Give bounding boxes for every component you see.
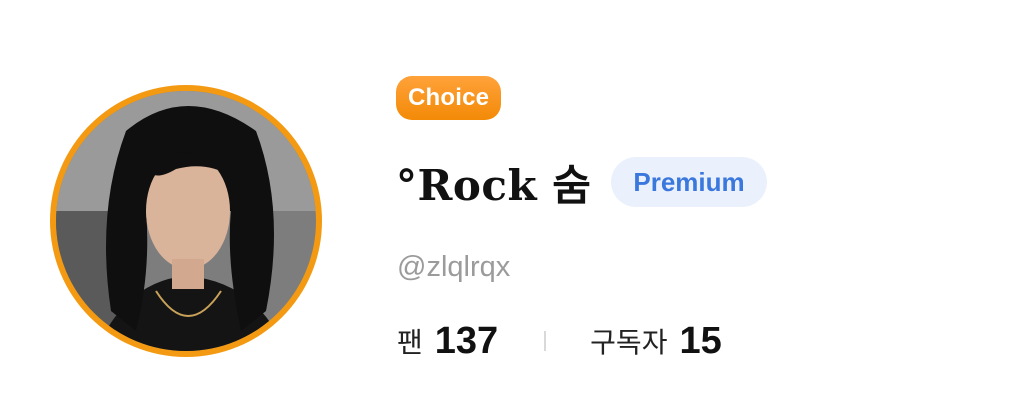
subscribers-count[interactable]: 15 — [679, 320, 721, 363]
user-handle: @zlqlrqx — [397, 251, 511, 283]
fans-label[interactable]: 팬 — [397, 321, 423, 361]
premium-badge[interactable]: Premium — [611, 157, 767, 207]
choice-badge: Choice — [396, 76, 502, 120]
subscribers-label[interactable]: 구독자 — [590, 321, 667, 361]
stats-row: 팬 137 구독자 15 — [397, 318, 722, 364]
avatar-ring — [50, 85, 322, 357]
fans-count[interactable]: 137 — [435, 320, 498, 363]
avatar-image — [56, 91, 316, 351]
name-row: °Rock 숨 Premium — [396, 146, 767, 218]
stats-divider — [544, 331, 547, 351]
display-name: °Rock 숨 — [396, 160, 592, 210]
avatar[interactable] — [56, 91, 316, 351]
